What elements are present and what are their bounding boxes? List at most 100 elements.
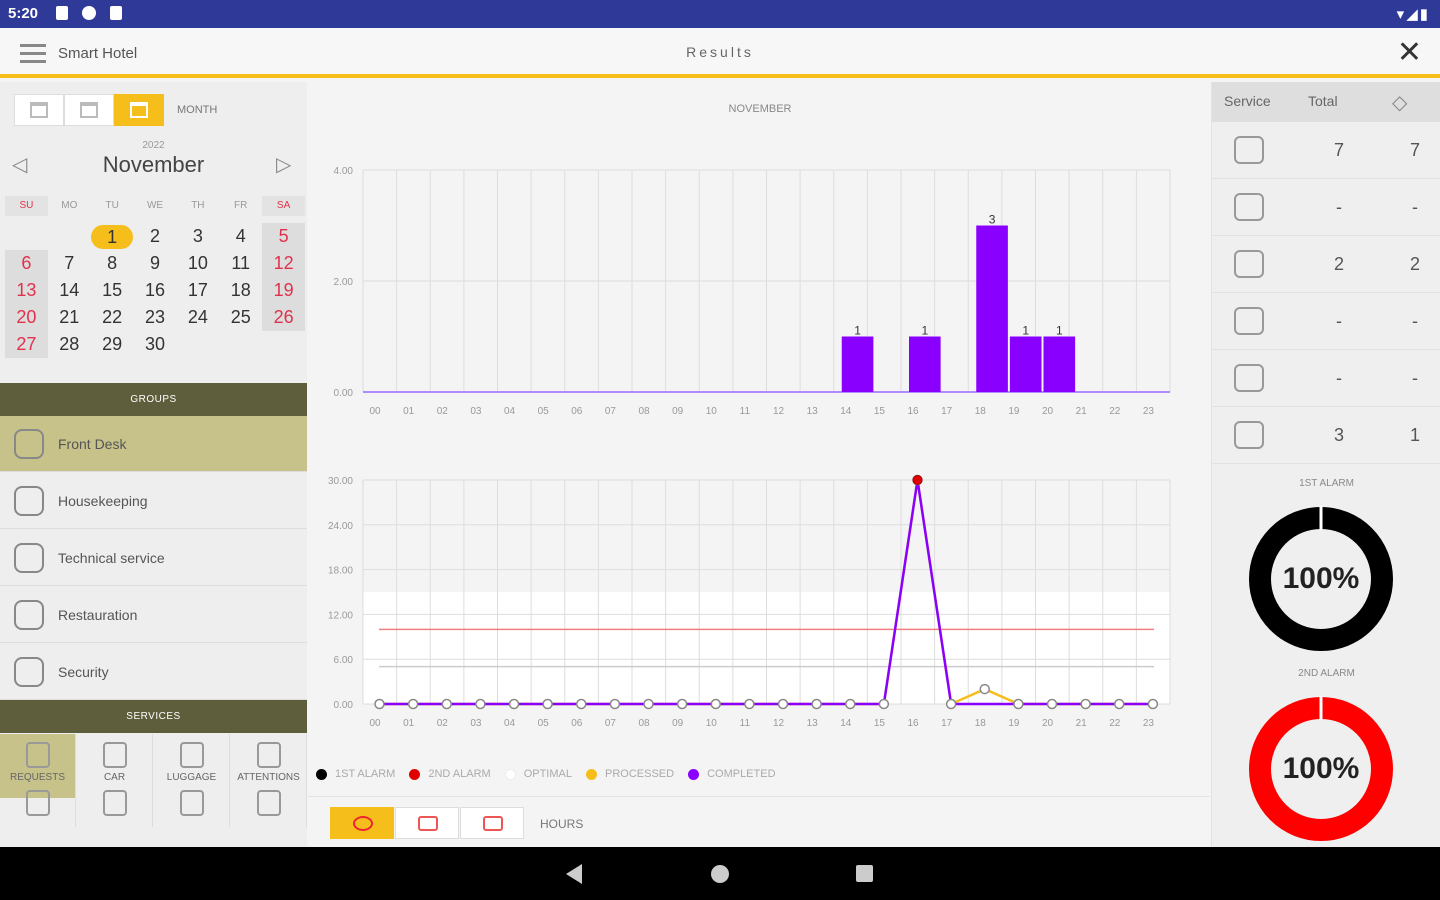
bellboy-icon xyxy=(1234,136,1264,164)
home-icon[interactable] xyxy=(711,865,729,883)
calendar-day[interactable]: 30 xyxy=(134,331,177,358)
tag-icon[interactable]: ◇ xyxy=(1392,90,1407,115)
summary-row[interactable]: 31 xyxy=(1212,407,1440,464)
calendar-day[interactable]: 10 xyxy=(176,250,219,277)
summary-service-value: 7 xyxy=(1333,140,1344,160)
x-tick-label: 11 xyxy=(740,406,751,417)
luggage-icon xyxy=(1234,250,1264,278)
calendar-year: 2022 xyxy=(142,140,165,151)
group-item-label: Security xyxy=(58,663,109,680)
calendar-day[interactable]: 7 xyxy=(48,250,91,277)
group-item-housekeeping[interactable]: Housekeeping xyxy=(0,473,307,529)
charts-svg: NOVEMBER 0.00 2.00 4.00 00 01 02 03 04 05 06 07 08 09… xyxy=(328,103,1171,729)
x-tick-label: 16 xyxy=(907,406,919,417)
x-tick-label: 19 xyxy=(1008,718,1020,729)
x-tick-label: 17 xyxy=(941,718,953,729)
data-point xyxy=(407,698,419,710)
calendar-week: 6 7 8 9 10 11 12 xyxy=(5,250,306,277)
calendar-day[interactable]: 20 xyxy=(5,304,48,331)
calendar-day[interactable]: 27 xyxy=(5,331,48,358)
charts-area: NOVEMBER 0.00 2.00 4.00 00 01 02 03 04 05 06 07 08 09… xyxy=(308,82,1210,847)
calendar-day[interactable]: 23 xyxy=(134,304,177,331)
service-lightbulb[interactable] xyxy=(154,782,230,827)
summary-row[interactable]: -- xyxy=(1212,179,1440,236)
calendar-day[interactable]: 29 xyxy=(91,331,134,358)
calendar-day[interactable]: 12 xyxy=(262,250,306,277)
calendar-day[interactable]: 15 xyxy=(91,277,134,304)
recents-icon[interactable] xyxy=(856,865,873,882)
data-point xyxy=(777,698,789,710)
data-point xyxy=(475,698,486,710)
group-item-technical-service[interactable]: Technical service xyxy=(0,530,307,586)
service-plumbing[interactable] xyxy=(231,782,307,827)
close-icon[interactable]: ✕ xyxy=(1397,38,1422,68)
calendar-day[interactable]: 11 xyxy=(219,250,262,277)
gift-icon xyxy=(256,742,281,768)
y-tick-label: 24.00 xyxy=(328,521,353,532)
summary-row[interactable]: 77 xyxy=(1212,122,1440,179)
bar-data-label: 1 xyxy=(921,324,928,338)
bar-data-label: 1 xyxy=(1056,324,1063,338)
calendar-day[interactable]: 1 xyxy=(91,223,134,250)
days-view-button[interactable] xyxy=(395,807,459,839)
x-tick-label: 17 xyxy=(941,406,953,417)
calendar-day[interactable]: 8 xyxy=(91,250,134,277)
group-item-security[interactable]: Security xyxy=(0,644,307,700)
alarm2-label: 2ND ALARM xyxy=(1298,668,1355,679)
back-icon[interactable] xyxy=(566,864,582,884)
month-view-button[interactable] xyxy=(114,94,164,126)
calendar-day[interactable]: 5 xyxy=(262,223,306,250)
calendar-day[interactable]: 3 xyxy=(176,223,219,250)
calendar-day[interactable]: 22 xyxy=(91,304,134,331)
summary-row[interactable]: -- xyxy=(1212,293,1440,350)
calendar-day[interactable]: 21 xyxy=(48,304,91,331)
calendar-day[interactable]: 6 xyxy=(5,250,48,277)
y-tick-label: 6.00 xyxy=(334,655,354,666)
x-tick-label: 03 xyxy=(470,406,482,417)
calendar-day[interactable]: 18 xyxy=(219,277,262,304)
calendar-day[interactable]: 14 xyxy=(48,277,91,304)
calendar-day[interactable]: 13 xyxy=(5,277,48,304)
calendar-day[interactable]: 24 xyxy=(176,304,219,331)
time-scale-bar: HOURS xyxy=(308,796,1210,847)
summary-row[interactable]: -- xyxy=(1212,350,1440,407)
previous-month-icon[interactable]: ◁ xyxy=(12,152,27,177)
calendar-day[interactable]: 2 xyxy=(134,223,177,250)
calendar-day[interactable]: 19 xyxy=(262,277,306,304)
calendar-day[interactable]: 9 xyxy=(134,250,177,277)
notification-icon xyxy=(56,6,68,20)
calendar-week: 12345 xyxy=(5,223,306,250)
legend-item: OPTIMAL xyxy=(504,768,572,780)
hours-view-button[interactable] xyxy=(330,807,394,839)
week-view-button[interactable] xyxy=(64,94,114,126)
x-tick-label: 05 xyxy=(538,718,550,729)
x-tick-label: 19 xyxy=(1008,406,1020,417)
group-item-label: Technical service xyxy=(58,549,165,566)
group-item-front-desk[interactable]: Front Desk xyxy=(0,416,307,472)
service-cancel-circle[interactable] xyxy=(77,782,153,827)
day-view-button[interactable] xyxy=(14,94,64,126)
calendar-day[interactable]: 28 xyxy=(48,331,91,358)
view-mode-selector xyxy=(14,94,164,126)
data-point xyxy=(374,698,385,710)
group-item-restauration[interactable]: Restauration xyxy=(0,587,307,643)
months-view-button[interactable] xyxy=(460,807,524,839)
calendar-day[interactable]: 4 xyxy=(219,223,262,250)
next-month-icon[interactable]: ▷ xyxy=(276,152,291,177)
calendar-day[interactable]: 26 xyxy=(262,304,306,331)
id-card-icon xyxy=(14,656,44,687)
calendar-day[interactable]: 16 xyxy=(134,277,177,304)
calendar-day[interactable]: 17 xyxy=(176,277,219,304)
summary-total-value: - xyxy=(1412,311,1418,331)
y-tick-label: 0.00 xyxy=(334,388,354,399)
x-tick-label: 18 xyxy=(975,406,987,417)
x-tick-label: 05 xyxy=(538,406,550,417)
x-tick-label: 04 xyxy=(504,718,516,729)
summary-total-value: 2 xyxy=(1409,254,1420,274)
summary-row[interactable]: 22 xyxy=(1212,236,1440,293)
summary-service-value: 2 xyxy=(1333,254,1344,274)
page-title: Results xyxy=(686,44,754,60)
time-scale-label: HOURS xyxy=(540,817,584,831)
service-warning[interactable] xyxy=(0,782,76,827)
calendar-day[interactable]: 25 xyxy=(219,304,262,331)
